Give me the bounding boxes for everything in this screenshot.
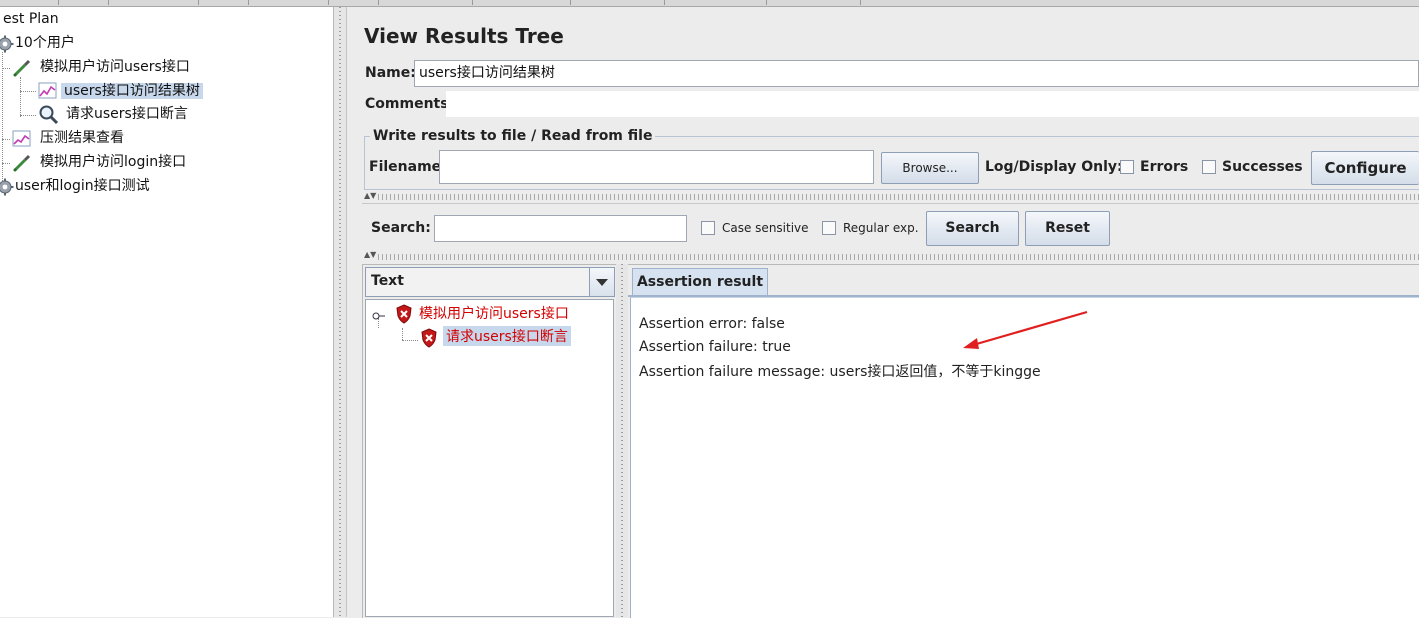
- reset-button[interactable]: Reset: [1025, 211, 1110, 246]
- name-field[interactable]: users接口访问结果树: [414, 60, 1419, 87]
- case-sensitive-label: Case sensitive: [722, 221, 809, 235]
- configure-button[interactable]: Configure: [1311, 151, 1419, 185]
- collapse-arrows-icon[interactable]: ▲▼: [364, 192, 376, 200]
- results-splitter[interactable]: [616, 264, 628, 617]
- successes-checkbox[interactable]: [1202, 160, 1216, 174]
- errors-label: Errors: [1140, 159, 1189, 175]
- filename-label: Filename: [369, 159, 442, 175]
- filename-input[interactable]: [439, 150, 874, 184]
- tree-item-label: 10个用户: [15, 35, 75, 51]
- section-divider[interactable]: [378, 194, 1419, 200]
- chevron-down-icon[interactable]: [589, 268, 614, 296]
- tree-item-test-plan[interactable]: est Plan: [0, 8, 62, 30]
- expand-toggle-icon[interactable]: [372, 309, 386, 325]
- assertion-failure-line: Assertion failure: true: [639, 339, 791, 355]
- error-shield-icon: [420, 328, 438, 348]
- tree-item-label: 模拟用户访问users接口: [40, 59, 190, 75]
- errors-checkbox[interactable]: [1120, 160, 1134, 174]
- tree-item-label: user和login接口测试: [15, 178, 150, 194]
- results-tree-icon: [38, 81, 57, 99]
- tree-item-load-results[interactable]: 压测结果查看: [37, 127, 127, 149]
- collapse-arrows-icon[interactable]: ▲▼: [364, 251, 376, 259]
- regular-exp-checkbox[interactable]: [822, 221, 836, 235]
- sample-item-users-request[interactable]: 模拟用户访问users接口: [419, 303, 569, 323]
- sampler-pipette-icon: [12, 58, 31, 77]
- tab-assertion-result[interactable]: Assertion result: [632, 268, 768, 296]
- tree-item-login-sampler[interactable]: 模拟用户访问login接口: [37, 151, 189, 173]
- comments-label: Comments:: [365, 96, 455, 112]
- assertion-error-line: Assertion error: false: [639, 316, 785, 332]
- log-display-label: Log/Display Only:: [985, 159, 1123, 175]
- tree-item-label: 模拟用户访问login接口: [40, 154, 187, 170]
- regular-exp-label: Regular exp.: [843, 221, 919, 235]
- sample-results-tree[interactable]: 模拟用户访问users接口 请求users接口断言: [365, 299, 614, 617]
- sampler-pipette-icon: [12, 153, 31, 172]
- main-splitter[interactable]: [334, 7, 347, 617]
- test-plan-tree[interactable]: est Plan 10个用户 模拟用户访问users接口 users接口访问结果…: [0, 7, 334, 617]
- search-button[interactable]: Search: [926, 211, 1019, 246]
- tree-item-user-login-group[interactable]: user和login接口测试: [12, 175, 153, 197]
- red-arrow-annotation: [963, 310, 1088, 349]
- tree-item-thread-group[interactable]: 10个用户: [12, 32, 78, 54]
- tree-item-label: est Plan: [3, 11, 59, 27]
- name-label: Name:: [365, 65, 416, 81]
- tree-item-label: 压测结果查看: [40, 130, 124, 146]
- sample-item-users-assertion[interactable]: 请求users接口断言: [443, 326, 571, 346]
- browse-button[interactable]: Browse...: [881, 152, 979, 184]
- tree-item-label: 请求users接口断言: [66, 106, 188, 122]
- top-toolbar-strip: [0, 0, 1419, 7]
- section-divider[interactable]: [378, 254, 1419, 260]
- tree-item-users-assertion[interactable]: 请求users接口断言: [63, 103, 191, 125]
- page-title: View Results Tree: [364, 24, 564, 48]
- renderer-select-value: Text: [371, 273, 404, 289]
- graph-results-icon: [12, 129, 31, 147]
- file-section-title: Write results to file / Read from file: [370, 128, 656, 144]
- search-label: Search:: [371, 220, 431, 236]
- magnifier-assertion-icon: [38, 104, 59, 125]
- tree-item-users-sampler[interactable]: 模拟用户访问users接口: [37, 56, 193, 78]
- assertion-message-line: Assertion failure message: users接口返回值，不等…: [639, 364, 1041, 380]
- case-sensitive-checkbox[interactable]: [701, 221, 715, 235]
- tree-item-label: users接口访问结果树: [61, 83, 203, 99]
- renderer-select[interactable]: Text: [365, 267, 615, 297]
- error-shield-icon: [395, 304, 413, 324]
- successes-label: Successes: [1222, 159, 1303, 175]
- search-input[interactable]: [434, 215, 687, 242]
- comments-field[interactable]: [446, 91, 1419, 117]
- tree-item-results-tree[interactable]: users接口访问结果树: [61, 80, 203, 102]
